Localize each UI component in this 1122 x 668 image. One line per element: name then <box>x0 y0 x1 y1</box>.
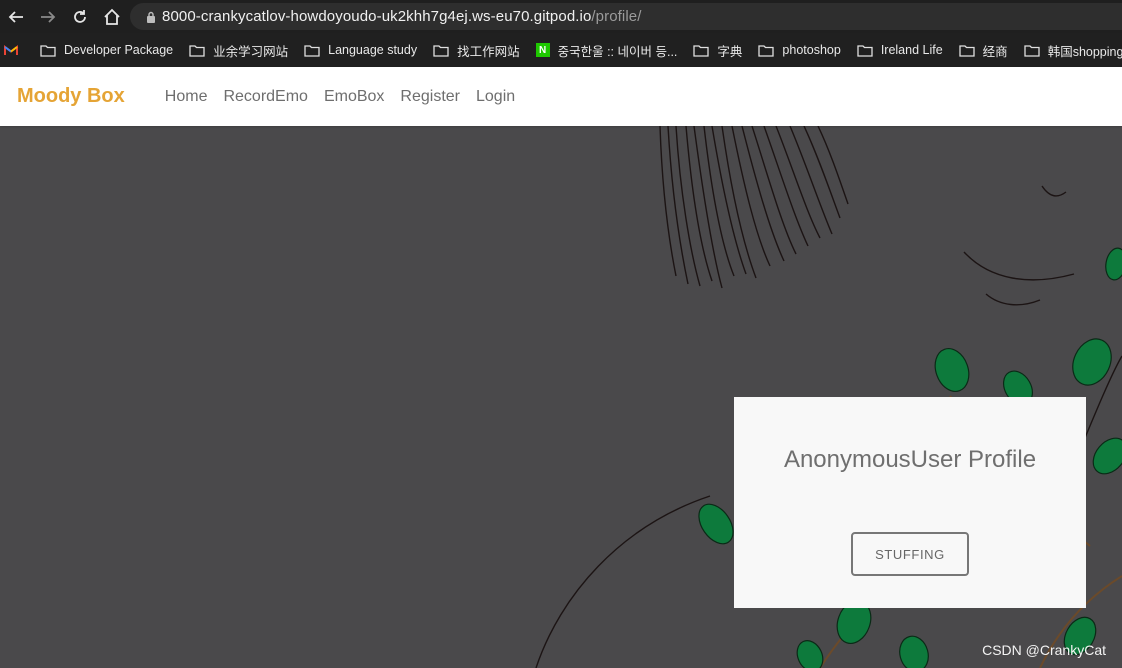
bookmark-folder[interactable]: Language study <box>304 33 417 67</box>
stuffing-button[interactable]: STUFFING <box>851 532 969 576</box>
folder-icon <box>959 44 975 57</box>
nav-link-recordemo[interactable]: RecordEmo <box>223 88 307 106</box>
profile-card: AnonymousUser Profile STUFFING <box>734 397 1086 608</box>
url-text: 8000-crankycatlov-howdoyoudo-uk2khh7g4ej… <box>162 8 642 25</box>
profile-title: AnonymousUser Profile <box>783 446 1037 473</box>
site-navbar: Moody Box Home RecordEmo EmoBox Register… <box>0 67 1122 126</box>
bookmark-label: Language study <box>328 43 418 57</box>
bookmark-label: 找工作网站 <box>457 44 520 59</box>
address-bar[interactable]: 8000-crankycatlov-howdoyoudo-uk2khh7g4ej… <box>130 3 1122 30</box>
bookmark-label: 중국한울 :: 네이버 등... <box>557 44 678 59</box>
url-host: 8000-crankycatlov-howdoyoudo-uk2khh7g4ej… <box>162 8 592 25</box>
url-path: /profile/ <box>591 8 642 25</box>
bookmark-label: photoshop <box>782 43 841 57</box>
bookmark-label: 韩国shopping <box>1047 44 1122 59</box>
watermark: CSDN @CrankyCat <box>982 642 1106 658</box>
bookmark-folder[interactable]: 字典 <box>693 33 742 67</box>
nav-link-emobox[interactable]: EmoBox <box>324 88 384 106</box>
folder-icon <box>189 44 205 57</box>
bookmark-label: 字典 <box>717 44 743 59</box>
bookmark-folder[interactable]: 业余学习网站 <box>189 33 288 67</box>
lock-icon <box>140 11 162 23</box>
bookmark-folder[interactable]: Ireland Life <box>857 33 943 67</box>
nav-link-login[interactable]: Login <box>476 88 515 106</box>
nav-link-register[interactable]: Register <box>400 88 460 106</box>
bookmark-label: Developer Package <box>64 43 174 57</box>
bookmark-folder[interactable]: Developer Package <box>40 33 173 67</box>
bookmark-gmail[interactable] <box>4 33 26 67</box>
gmail-icon <box>4 44 18 55</box>
home-icon <box>104 8 120 25</box>
folder-icon <box>433 44 449 57</box>
browser-toolbar: 8000-crankycatlov-howdoyoudo-uk2khh7g4ej… <box>0 0 1122 33</box>
bookmark-folder[interactable]: 找工作网站 <box>433 33 520 67</box>
reload-button[interactable] <box>64 0 96 33</box>
nav-link-home[interactable]: Home <box>165 88 208 106</box>
reload-icon <box>74 9 86 23</box>
bookmark-label: 经商 <box>982 44 1008 59</box>
arrow-right-icon <box>41 10 56 23</box>
bookmark-label: 业余学习网站 <box>213 44 289 59</box>
forward-button[interactable] <box>32 0 64 33</box>
bookmark-folder[interactable]: 经商 <box>959 33 1008 67</box>
folder-icon <box>1024 44 1040 57</box>
bookmark-folder[interactable]: 韩国shopping <box>1024 33 1122 67</box>
folder-icon <box>304 44 320 57</box>
folder-icon <box>40 44 56 57</box>
bookmark-folder[interactable]: photoshop <box>758 33 841 67</box>
folder-icon <box>693 44 710 57</box>
home-button[interactable] <box>96 0 128 33</box>
naver-icon: N <box>535 43 550 57</box>
folder-icon <box>857 44 873 57</box>
arrow-left-icon <box>8 10 23 23</box>
bookmark-naver[interactable]: N 중국한울 :: 네이버 등... <box>535 33 678 67</box>
bookmarks-bar: Developer Package 业余学习网站 Language study … <box>0 33 1122 67</box>
back-button[interactable] <box>0 0 32 33</box>
bookmark-label: Ireland Life <box>880 43 943 57</box>
brand-logo[interactable]: Moody Box <box>17 85 125 108</box>
folder-icon <box>758 44 775 57</box>
